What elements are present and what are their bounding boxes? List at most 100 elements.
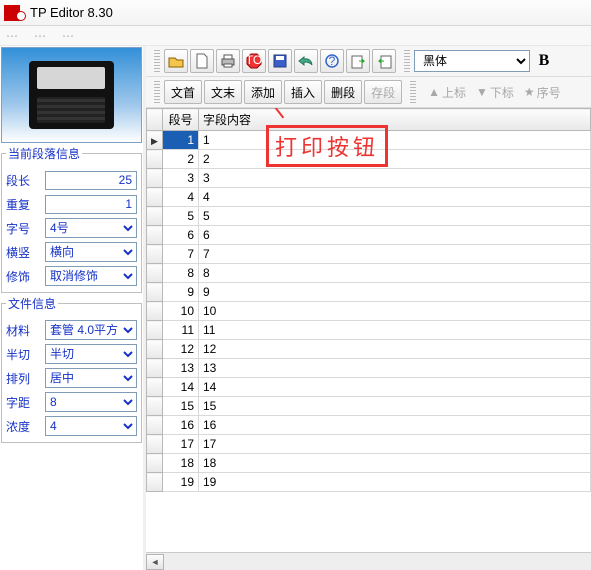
row-number-cell[interactable]: 1 [163, 131, 199, 150]
row-number-cell[interactable]: 15 [163, 397, 199, 416]
table-row[interactable]: 1515 [147, 397, 591, 416]
table-row[interactable]: 1818 [147, 454, 591, 473]
insert-button[interactable]: 插入 [284, 80, 322, 104]
row-number-cell[interactable]: 9 [163, 283, 199, 302]
row-number-cell[interactable]: 6 [163, 226, 199, 245]
density-select[interactable]: 4 [45, 416, 137, 436]
stop-button[interactable]: STOP [242, 49, 266, 73]
row-number-cell[interactable]: 3 [163, 169, 199, 188]
row-content-cell[interactable]: 10 [199, 302, 591, 321]
row-content-cell[interactable]: 5 [199, 207, 591, 226]
col-number-header[interactable]: 段号 [163, 109, 199, 131]
row-number-cell[interactable]: 8 [163, 264, 199, 283]
row-content-cell[interactable]: 2 [199, 150, 591, 169]
table-row[interactable]: 44 [147, 188, 591, 207]
font-family-select[interactable]: 黑体 [414, 50, 530, 72]
row-content-cell[interactable]: 12 [199, 340, 591, 359]
scroll-left-icon[interactable]: ◄ [146, 554, 164, 570]
row-content-cell[interactable]: 19 [199, 473, 591, 492]
table-row[interactable]: 1010 [147, 302, 591, 321]
row-content-cell[interactable]: 7 [199, 245, 591, 264]
row-number-cell[interactable]: 17 [163, 435, 199, 454]
row-content-cell[interactable]: 16 [199, 416, 591, 435]
horizontal-scrollbar[interactable]: ◄ [146, 552, 591, 570]
doc-end-button[interactable]: 文末 [204, 80, 242, 104]
table-row[interactable]: 1111 [147, 321, 591, 340]
row-indicator[interactable] [147, 435, 163, 454]
table-row[interactable]: 66 [147, 226, 591, 245]
table-row[interactable]: 99 [147, 283, 591, 302]
table-row[interactable]: 33 [147, 169, 591, 188]
row-content-cell[interactable]: 13 [199, 359, 591, 378]
row-number-cell[interactable]: 7 [163, 245, 199, 264]
row-number-cell[interactable]: 4 [163, 188, 199, 207]
menu-item[interactable]: ⋯ [6, 29, 18, 43]
table-row[interactable]: 77 [147, 245, 591, 264]
row-number-cell[interactable]: 13 [163, 359, 199, 378]
row-indicator[interactable] [147, 169, 163, 188]
row-content-cell[interactable]: 4 [199, 188, 591, 207]
row-indicator[interactable] [147, 302, 163, 321]
new-button[interactable] [190, 49, 214, 73]
table-row[interactable]: 1919 [147, 473, 591, 492]
cut-select[interactable]: 半切 [45, 344, 137, 364]
row-indicator[interactable] [147, 150, 163, 169]
table-row[interactable]: 1616 [147, 416, 591, 435]
table-row[interactable]: 11 [147, 131, 591, 150]
row-content-cell[interactable]: 14 [199, 378, 591, 397]
row-indicator[interactable] [147, 188, 163, 207]
row-content-cell[interactable]: 9 [199, 283, 591, 302]
bold-button[interactable]: B [532, 49, 556, 73]
row-number-cell[interactable]: 19 [163, 473, 199, 492]
table-row[interactable]: 22 [147, 150, 591, 169]
row-number-cell[interactable]: 11 [163, 321, 199, 340]
arrange-select[interactable]: 居中 [45, 368, 137, 388]
font-size-select[interactable]: 4号 [45, 218, 137, 238]
len-value[interactable]: 25 [45, 171, 137, 190]
row-indicator[interactable] [147, 454, 163, 473]
row-indicator[interactable] [147, 416, 163, 435]
row-content-cell[interactable]: 8 [199, 264, 591, 283]
row-indicator[interactable] [147, 283, 163, 302]
row-indicator[interactable] [147, 207, 163, 226]
row-indicator[interactable] [147, 321, 163, 340]
row-number-cell[interactable]: 2 [163, 150, 199, 169]
segment-table[interactable]: 段号 字段内容 11223344556677889910101111121213… [146, 108, 591, 492]
print-button[interactable] [216, 49, 240, 73]
help-button[interactable]: ? [320, 49, 344, 73]
col-content-header[interactable]: 字段内容 [199, 109, 591, 131]
table-row[interactable]: 1212 [147, 340, 591, 359]
row-number-cell[interactable]: 16 [163, 416, 199, 435]
row-indicator[interactable] [147, 340, 163, 359]
row-indicator[interactable] [147, 226, 163, 245]
row-number-cell[interactable]: 10 [163, 302, 199, 321]
row-indicator[interactable] [147, 245, 163, 264]
row-indicator[interactable] [147, 359, 163, 378]
row-content-cell[interactable]: 17 [199, 435, 591, 454]
doc-start-button[interactable]: 文首 [164, 80, 202, 104]
material-select[interactable]: 套管 4.0平方 [45, 320, 137, 340]
row-indicator[interactable] [147, 131, 163, 150]
table-row[interactable]: 1717 [147, 435, 591, 454]
row-indicator[interactable] [147, 397, 163, 416]
row-indicator[interactable] [147, 264, 163, 283]
row-indicator[interactable] [147, 473, 163, 492]
table-row[interactable]: 88 [147, 264, 591, 283]
row-content-cell[interactable]: 11 [199, 321, 591, 340]
row-indicator[interactable] [147, 378, 163, 397]
menu-item[interactable]: ⋯ [62, 29, 74, 43]
decoration-select[interactable]: 取消修饰 [45, 266, 137, 286]
open-button[interactable] [164, 49, 188, 73]
row-content-cell[interactable]: 1 [199, 131, 591, 150]
orientation-select[interactable]: 横向 [45, 242, 137, 262]
row-content-cell[interactable]: 15 [199, 397, 591, 416]
table-row[interactable]: 1414 [147, 378, 591, 397]
add-button[interactable]: 添加 [244, 80, 282, 104]
row-content-cell[interactable]: 18 [199, 454, 591, 473]
export-button[interactable] [372, 49, 396, 73]
row-number-cell[interactable]: 18 [163, 454, 199, 473]
row-number-cell[interactable]: 14 [163, 378, 199, 397]
import-button[interactable] [346, 49, 370, 73]
row-number-cell[interactable]: 12 [163, 340, 199, 359]
row-content-cell[interactable]: 6 [199, 226, 591, 245]
